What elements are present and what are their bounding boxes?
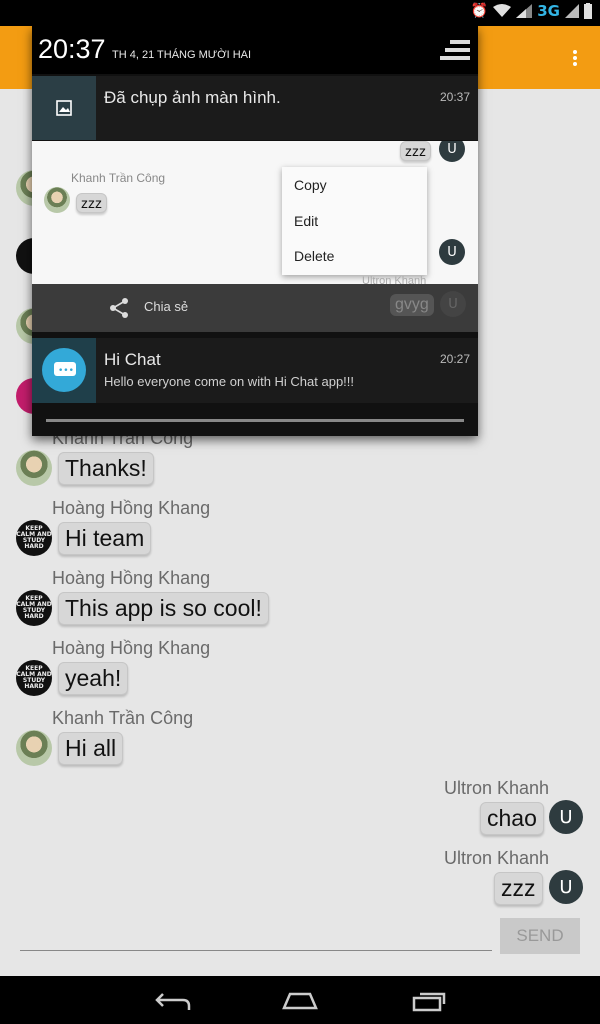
- message-bubble[interactable]: This app is so cool!: [58, 592, 269, 625]
- notification-time: 20:37: [439, 90, 470, 104]
- preview-partial-sender: Ultron Khanh: [362, 275, 427, 284]
- sender-name: Ultron Khanh: [444, 778, 550, 798]
- status-icons: ⏰ 3G: [471, 2, 592, 20]
- recent-apps-icon[interactable]: [412, 990, 446, 1012]
- preview-bubble: gvyg: [390, 294, 434, 316]
- avatar-keep-text: KEEP CALM AND STUDY HARD: [16, 525, 52, 550]
- avatar-keep-text: KEEP CALM AND STUDY HARD: [16, 595, 52, 620]
- message-bubble[interactable]: Hi team: [58, 522, 152, 555]
- share-action[interactable]: Chia sẻ gvyg U: [32, 284, 478, 332]
- context-menu-edit[interactable]: Edit: [294, 213, 318, 229]
- status-bar: ⏰ 3G: [0, 0, 600, 26]
- sender-name: Khanh Trần Công: [52, 708, 194, 728]
- context-menu: Copy Edit Delete: [282, 167, 427, 275]
- overflow-menu-icon[interactable]: [572, 48, 578, 68]
- message-bubble[interactable]: yeah!: [58, 662, 129, 695]
- notification-shade: 20:37 TH 4, 21 THÁNG MƯỜI HAI Đã chụp ản…: [32, 26, 478, 436]
- preview-avatar: U: [439, 141, 465, 162]
- sender-name: Ultron Khanh: [444, 848, 550, 868]
- preview-avatar: U: [439, 239, 465, 265]
- navigation-bar: [0, 976, 600, 1024]
- notification-time: 20:27: [439, 352, 470, 366]
- send-button[interactable]: SEND: [500, 918, 580, 954]
- hichat-notification[interactable]: ••• Hi Chat Hello everyone come on with …: [32, 338, 478, 403]
- avatar: U: [549, 800, 583, 834]
- sender-name: Hoàng Hồng Khang: [52, 498, 211, 518]
- notification-title: Hi Chat: [104, 350, 161, 369]
- screenshot-notification[interactable]: Đã chụp ảnh màn hình. 20:37: [32, 76, 478, 140]
- preview-avatar: [44, 187, 70, 213]
- home-icon[interactable]: [282, 992, 318, 1010]
- context-menu-copy[interactable]: Copy: [294, 177, 327, 193]
- clear-notifications-icon[interactable]: [440, 40, 470, 62]
- back-icon[interactable]: [155, 990, 191, 1012]
- context-menu-delete[interactable]: Delete: [294, 248, 334, 264]
- share-icon: [110, 298, 128, 318]
- signal-icon: [516, 4, 533, 18]
- preview-avatar: U: [440, 291, 466, 317]
- avatar: KEEP CALM AND STUDY HARD: [16, 660, 52, 696]
- avatar: U: [549, 870, 583, 904]
- avatar: [16, 450, 52, 486]
- hichat-app-icon-bg: •••: [32, 338, 96, 403]
- clock: 20:37: [38, 34, 106, 64]
- chat-bubble-icon: •••: [42, 348, 86, 392]
- avatar: [16, 730, 52, 766]
- avatar: KEEP CALM AND STUDY HARD: [16, 590, 52, 626]
- message-bubble[interactable]: Thanks!: [58, 452, 154, 485]
- shade-header: 20:37 TH 4, 21 THÁNG MƯỜI HAI: [32, 26, 478, 74]
- message-bubble[interactable]: chao: [480, 802, 544, 835]
- preview-bubble: zzz: [76, 193, 107, 213]
- avatar: KEEP CALM AND STUDY HARD: [16, 520, 52, 556]
- alarm-icon: ⏰: [470, 3, 489, 19]
- screenshot-preview[interactable]: Khanh Trần Công zzz zzz U U Copy Edit De…: [32, 141, 478, 284]
- shade-handle[interactable]: [46, 419, 464, 422]
- message-bubble[interactable]: Hi all: [58, 732, 124, 765]
- preview-sender: Khanh Trần Công: [71, 171, 166, 185]
- sender-name: Hoàng Hồng Khang: [52, 568, 211, 588]
- sender-name: Hoàng Hồng Khang: [52, 638, 211, 658]
- notification-title: Đã chụp ảnh màn hình.: [104, 88, 281, 107]
- preview-bubble: zzz: [400, 141, 431, 161]
- date-label: TH 4, 21 THÁNG MƯỜI HAI: [112, 49, 252, 61]
- message-bubble[interactable]: zzz: [494, 872, 543, 905]
- image-icon: [32, 76, 96, 140]
- avatar-keep-text: KEEP CALM AND STUDY HARD: [16, 665, 52, 690]
- wifi-icon: [493, 4, 512, 17]
- battery-icon: [584, 3, 592, 19]
- share-label: Chia sẻ: [144, 299, 189, 314]
- notification-text: Hello everyone come on with Hi Chat app!…: [104, 374, 355, 389]
- message-input[interactable]: [20, 950, 492, 951]
- signal-bars-icon: [565, 4, 579, 18]
- network-label: 3G: [537, 2, 560, 20]
